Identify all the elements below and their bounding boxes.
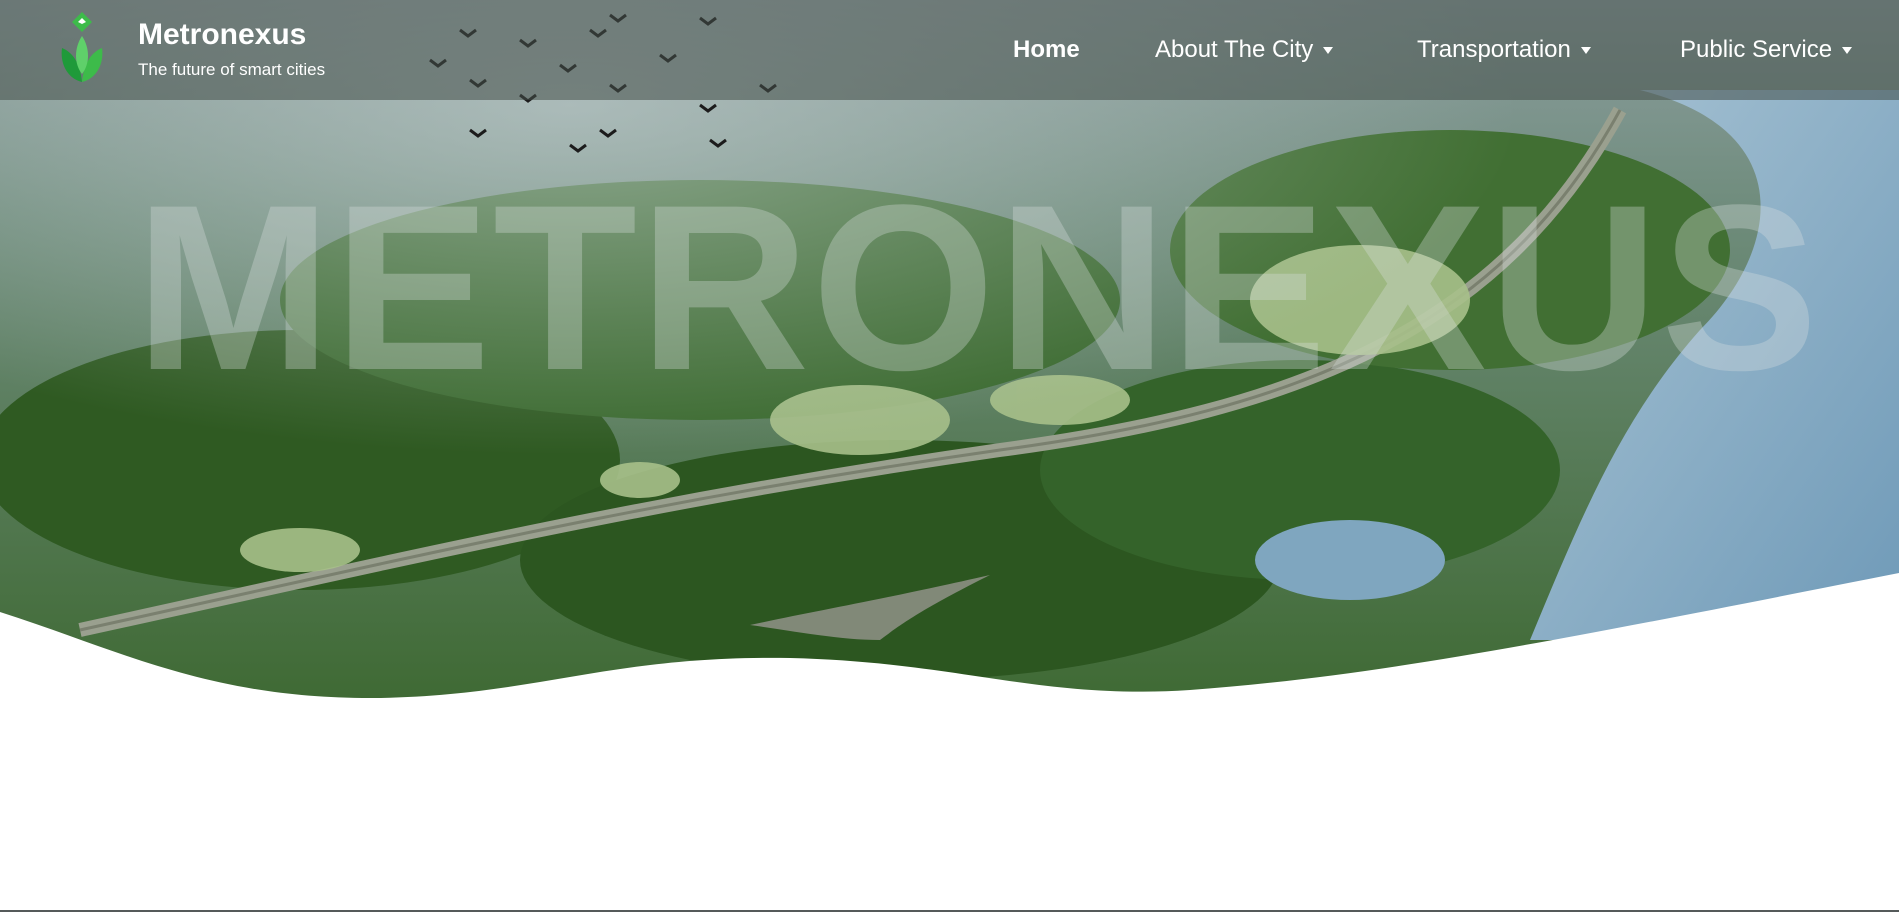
hero-section: METRONEXUS [0, 0, 1899, 700]
nav-item-label: Transportation [1417, 36, 1571, 63]
caret-down-icon [1842, 47, 1853, 55]
nav-item-about-the-city[interactable]: About The City [1155, 36, 1334, 64]
main-nav: Home About The City Transportation Publi… [0, 36, 1899, 68]
nav-item-label: Public Service [1680, 36, 1833, 63]
hero-watermark-text: METRONEXUS [135, 156, 1821, 420]
caret-down-icon [1323, 47, 1334, 55]
nav-item-label: Home [1013, 36, 1080, 63]
caret-down-icon [1580, 47, 1591, 55]
top-navbar: Metronexus The future of smart cities Ho… [0, 0, 1899, 100]
nav-item-transportation[interactable]: Transportation [1417, 36, 1591, 64]
nav-item-public-service[interactable]: Public Service [1680, 36, 1853, 64]
nav-item-label: About The City [1155, 36, 1314, 63]
nav-item-home[interactable]: Home [1013, 36, 1080, 64]
